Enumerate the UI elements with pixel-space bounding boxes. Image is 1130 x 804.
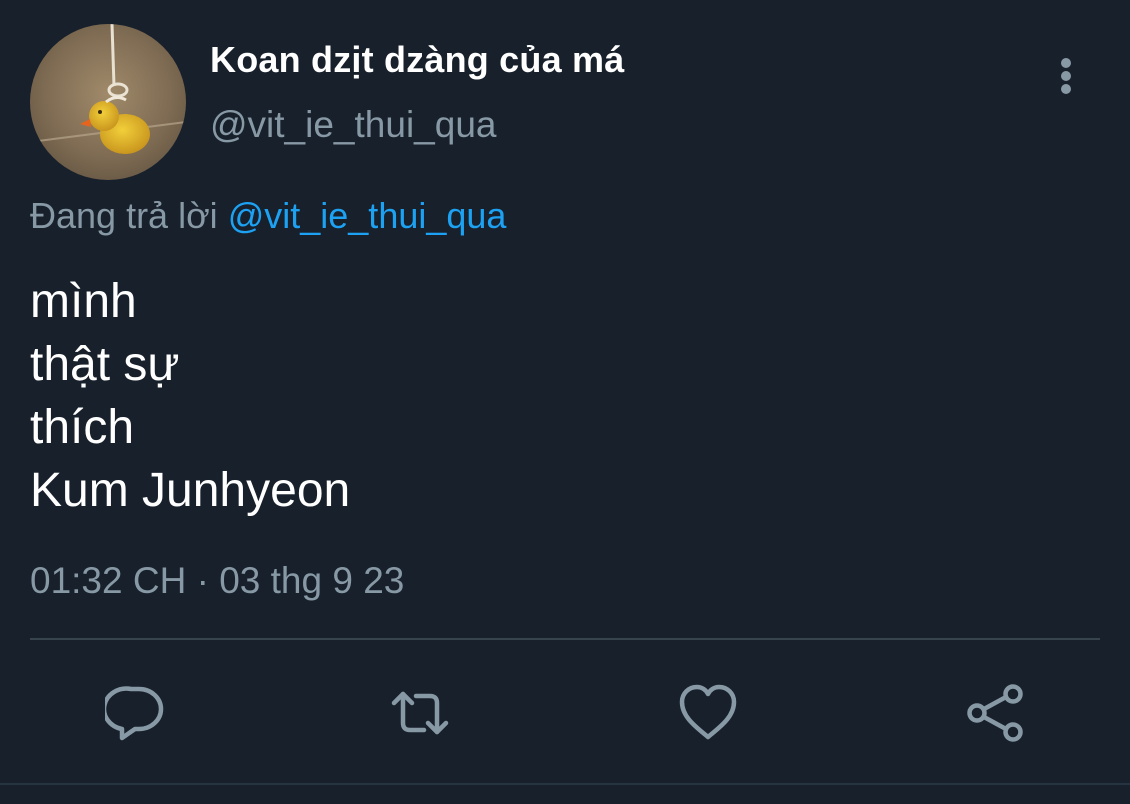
share-icon: [967, 684, 1023, 742]
tweet-text-line: Kum Junhyeon: [30, 464, 351, 517]
more-options-button[interactable]: [1050, 52, 1084, 98]
tweet-text-line: mình: [30, 275, 137, 328]
reply-prefix: Đang trả lời: [30, 195, 218, 236]
heart-icon: [679, 684, 737, 740]
avatar[interactable]: [30, 24, 186, 180]
avatar-duck-image: [30, 24, 186, 180]
reply-icon: [105, 686, 164, 741]
share-button[interactable]: [966, 683, 1026, 743]
tweet-text: mình thật sự thích Kum Junhyeon: [30, 270, 350, 522]
display-name[interactable]: Koan dzịt dzàng của má: [210, 39, 624, 81]
divider: [30, 638, 1100, 640]
tweet-text-line: thật sự: [30, 338, 180, 391]
reply-button[interactable]: [105, 683, 165, 743]
reply-mention-link[interactable]: @vit_ie_thui_qua: [228, 195, 507, 236]
retweet-button[interactable]: [390, 683, 450, 743]
divider: [0, 783, 1130, 785]
retweet-icon: [391, 691, 449, 735]
like-button[interactable]: [678, 683, 738, 743]
tweet-timestamp[interactable]: 01:32 CH · 03 thg 9 23: [30, 560, 404, 602]
tweet-text-line: thích: [30, 401, 135, 454]
more-vertical-icon: [1061, 58, 1071, 68]
reply-context: Đang trả lời @vit_ie_thui_qua: [30, 195, 506, 237]
user-handle[interactable]: @vit_ie_thui_qua: [210, 104, 496, 146]
